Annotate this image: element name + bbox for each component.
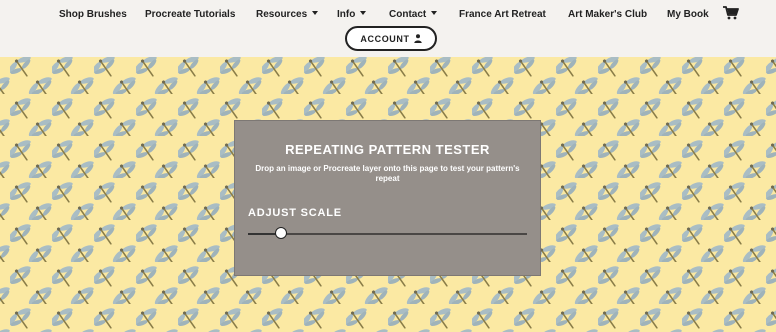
nav-item-resources[interactable]: Resources [256,9,319,20]
chevron-down-icon [360,11,367,15]
nav-item-art-makers-club[interactable]: Art Maker's Club [568,9,647,20]
scale-label: ADJUST SCALE [248,207,342,219]
account-button[interactable]: ACCOUNT [345,26,437,51]
nav-item-shop-brushes[interactable]: Shop Brushes [59,9,127,20]
chevron-down-icon [431,11,438,15]
pattern-tester-panel: REPEATING PATTERN TESTER Drop an image o… [234,120,541,276]
nav-item-france-art-retreat[interactable]: France Art Retreat [459,9,546,20]
site-header: Shop Brushes Procreate Tutorials Resourc… [0,0,776,57]
nav-item-my-book[interactable]: My Book [667,9,709,20]
shopping-cart-icon[interactable] [723,6,739,20]
nav-item-procreate-tutorials[interactable]: Procreate Tutorials [145,9,235,20]
nav-item-contact[interactable]: Contact [389,9,438,20]
slider-thumb[interactable] [275,227,287,239]
user-icon [413,34,422,43]
nav-item-info[interactable]: Info [337,9,367,20]
panel-title: REPEATING PATTERN TESTER [285,142,490,157]
scale-slider[interactable] [248,227,527,239]
chevron-down-icon [312,11,319,15]
panel-description: Drop an image or Procreate layer onto th… [255,164,520,183]
